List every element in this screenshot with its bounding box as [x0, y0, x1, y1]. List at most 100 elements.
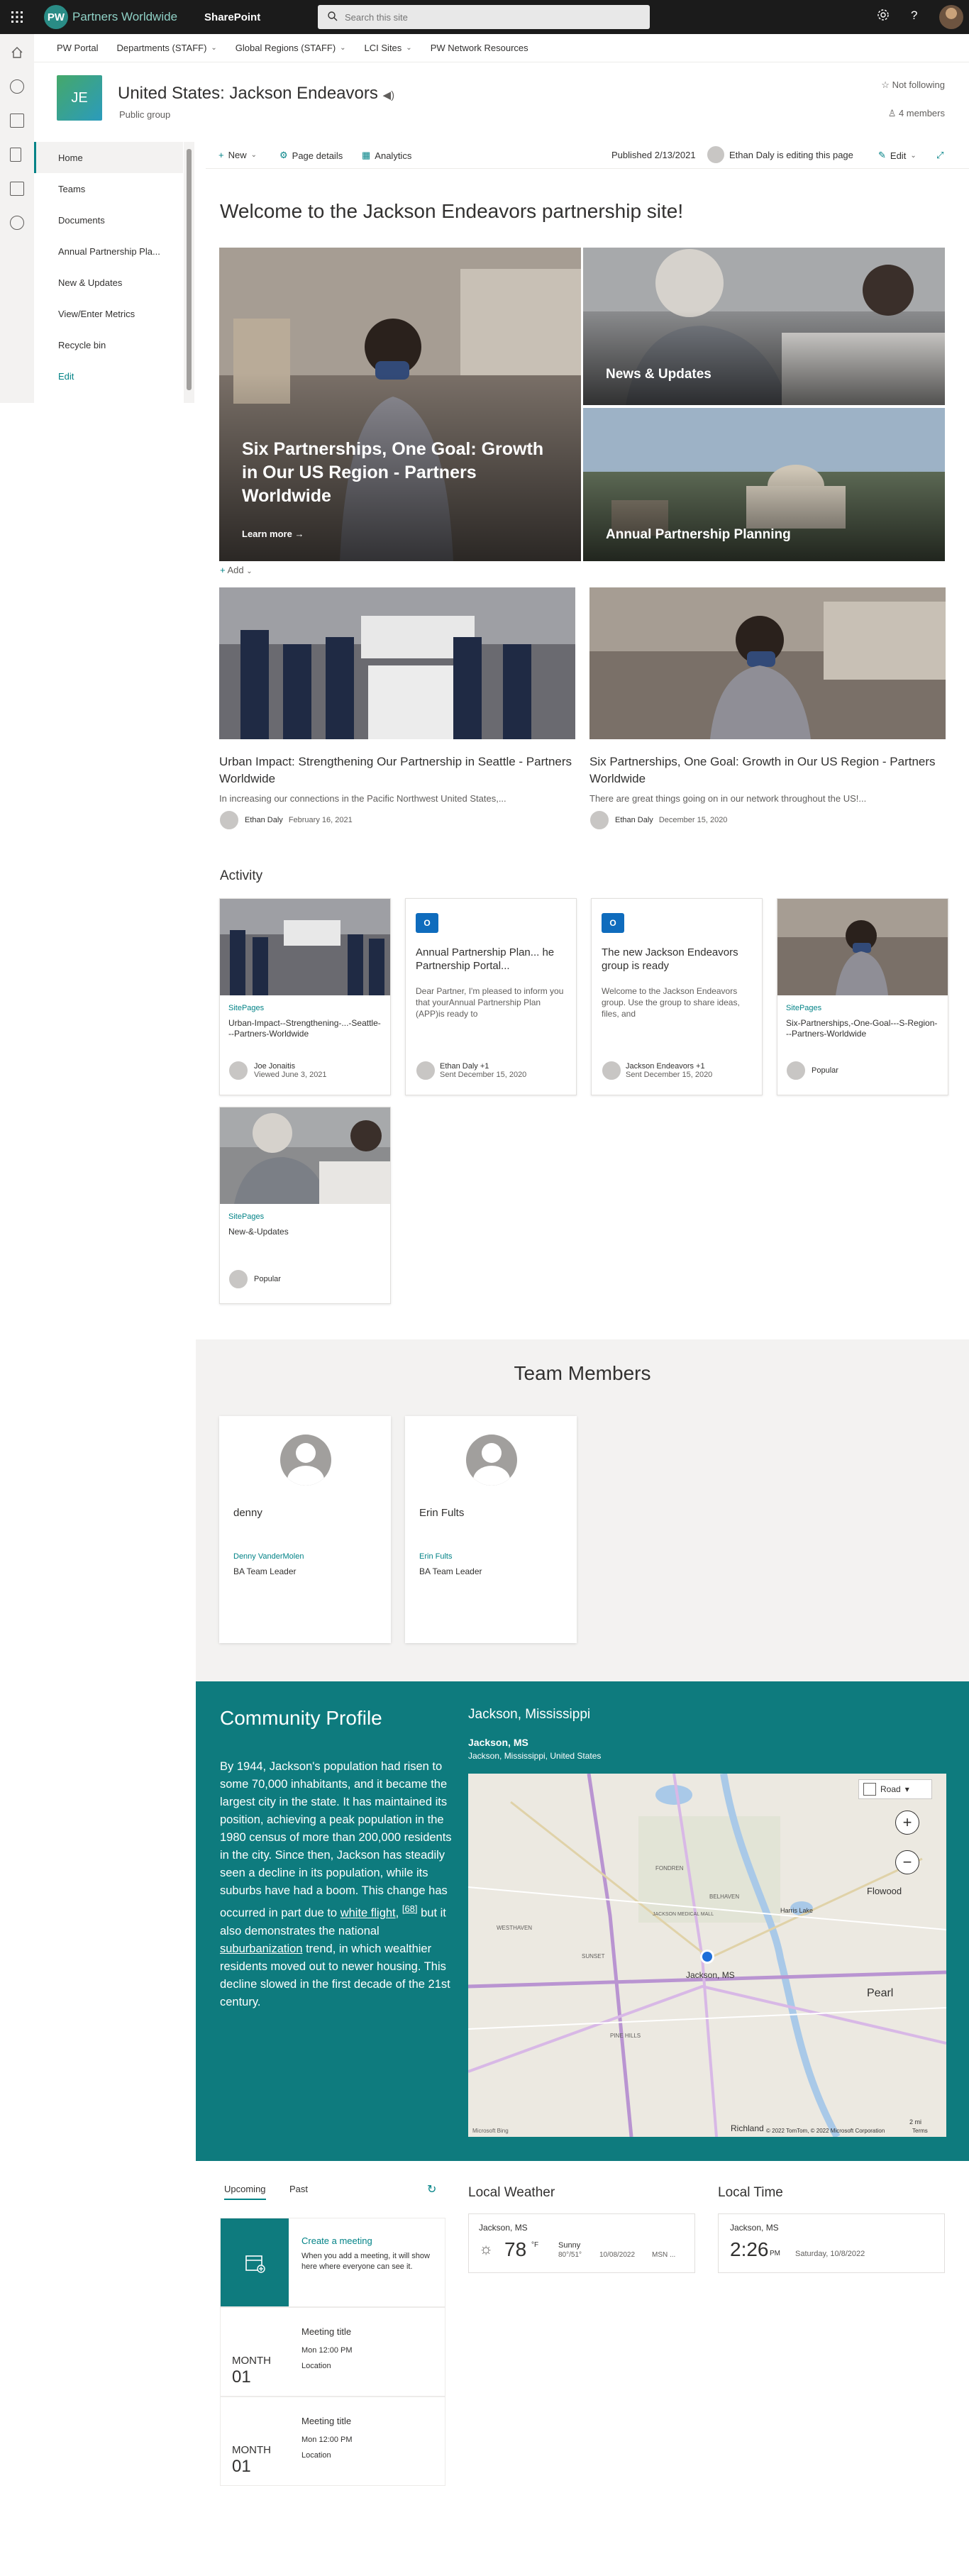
- event-row[interactable]: MONTH 01 Meeting title Mon 12:00 PM Loca…: [220, 2307, 445, 2397]
- hubnav-item[interactable]: Departments (STAFF) ⌄: [117, 43, 217, 53]
- white-flight-link[interactable]: white flight: [340, 1907, 396, 1920]
- app-launcher-icon[interactable]: [0, 0, 34, 34]
- command-bar: + New ⌄ ⚙ Page details ▦ Analytics Published…: [206, 142, 969, 169]
- quick-launch-item[interactable]: New & Updates: [34, 267, 183, 298]
- person-card[interactable]: denny Denny VanderMolen BA Team Leader: [219, 1416, 391, 1643]
- user-avatar[interactable]: [939, 5, 963, 29]
- site-logo[interactable]: JE: [57, 75, 102, 121]
- activity-card[interactable]: SitePages Urban-Impact--Strengthening-..…: [219, 898, 391, 1095]
- reference-link[interactable]: [68]: [402, 1903, 418, 1914]
- hero-main-title[interactable]: Six Partnerships, One Goal: Growth in Ou…: [242, 438, 554, 508]
- chevron-down-icon: ⌄: [211, 44, 217, 52]
- event-day: 01: [232, 2457, 251, 2476]
- map-style-select[interactable]: Road ▾: [858, 1779, 932, 1799]
- globe-icon[interactable]: [10, 79, 24, 94]
- sites-icon[interactable]: [10, 114, 24, 128]
- card-popular: Popular: [812, 1066, 838, 1075]
- scrollbar-thumb[interactable]: [187, 149, 192, 390]
- hubnav-item[interactable]: Global Regions (STAFF) ⌄: [236, 43, 346, 53]
- hero-planning-title[interactable]: Annual Partnership Planning: [606, 527, 791, 543]
- card-title[interactable]: Annual Partnership Plan... he Partnershi…: [416, 946, 567, 973]
- settings-gear-icon[interactable]: [877, 9, 890, 25]
- quick-launch-scrollbar[interactable]: [184, 142, 194, 403]
- follow-button[interactable]: ☆ Not following: [881, 79, 945, 91]
- event-location: Location: [301, 2451, 331, 2460]
- map-copyright: © 2022 TomTom, © 2022 Microsoft Corporat…: [766, 2128, 885, 2134]
- news-author: Ethan Daly: [615, 816, 653, 824]
- lists-icon[interactable]: [10, 182, 24, 196]
- app-name[interactable]: SharePoint: [204, 11, 260, 23]
- quick-launch-item[interactable]: View/Enter Metrics: [34, 298, 183, 329]
- hubnav-item[interactable]: LCI Sites ⌄: [365, 43, 412, 53]
- document-icon[interactable]: [10, 148, 21, 162]
- hero-news-title[interactable]: News & Updates: [606, 367, 711, 382]
- suburbanization-link[interactable]: suburbanization: [220, 1942, 303, 1955]
- tab-upcoming[interactable]: Upcoming: [224, 2184, 266, 2200]
- activity-card-email[interactable]: O Annual Partnership Plan... he Partners…: [405, 898, 577, 1095]
- tab-past[interactable]: Past: [289, 2184, 308, 2194]
- hubnav-item[interactable]: PW Portal: [57, 43, 99, 53]
- card-title[interactable]: The new Jackson Endeavors group is ready: [602, 946, 753, 973]
- zoom-out-button[interactable]: −: [895, 1850, 919, 1874]
- news-title[interactable]: Six Partnerships, One Goal: Growth in Ou…: [589, 753, 946, 787]
- search-box[interactable]: [318, 5, 650, 29]
- quick-launch-item[interactable]: Annual Partnership Pla...: [34, 236, 183, 267]
- card-title[interactable]: Urban-Impact--Strengthening-...-Seattle-…: [228, 1018, 382, 1039]
- search-input[interactable]: [345, 11, 629, 23]
- quick-launch-item[interactable]: Home: [34, 142, 183, 173]
- news-author: Ethan Daly: [245, 816, 283, 824]
- news-item[interactable]: Urban Impact: Strengthening Our Partners…: [219, 587, 575, 830]
- hero-tile-main[interactable]: Six Partnerships, One Goal: Growth in Ou…: [219, 248, 581, 561]
- add-section-button[interactable]: + Add ⌄: [220, 565, 253, 575]
- card-footer: Jackson Endeavors +1 Sent December 15, 20…: [602, 1061, 712, 1080]
- activity-card[interactable]: SitePages New-&-Updates Popular: [219, 1107, 391, 1304]
- news-title[interactable]: Urban Impact: Strengthening Our Partners…: [219, 753, 575, 787]
- create-meeting-title[interactable]: Create a meeting: [301, 2235, 372, 2246]
- quick-launch-item[interactable]: Recycle bin: [34, 329, 183, 360]
- quick-launch-edit-link[interactable]: Edit: [34, 360, 183, 392]
- news-byline: Ethan Daly February 16, 2021: [219, 810, 353, 830]
- event-title[interactable]: Meeting title: [301, 2326, 351, 2337]
- outlook-icon: O: [416, 913, 438, 933]
- map[interactable]: Jackson, MS Pearl Flowood Richland FONDR…: [468, 1774, 946, 2137]
- quick-launch-item[interactable]: Documents: [34, 204, 183, 236]
- person-link[interactable]: Erin Fults: [419, 1552, 452, 1561]
- person-card[interactable]: Erin Fults Erin Fults BA Team Leader: [405, 1416, 577, 1643]
- new-button[interactable]: + New ⌄: [218, 150, 257, 160]
- analytics-button[interactable]: ▦ Analytics: [362, 150, 411, 161]
- local-time-card: Jackson, MS 2:26 PM Saturday, 10/8/2022: [718, 2213, 945, 2273]
- card-title[interactable]: New-&-Updates: [228, 1227, 382, 1237]
- card-title[interactable]: Six-Partnerships,-One-Goal---S-Region---…: [786, 1018, 939, 1039]
- time-ampm: PM: [770, 2250, 780, 2257]
- add-icon[interactable]: [10, 216, 24, 230]
- edit-button[interactable]: ✎ Edit ⌄: [878, 150, 917, 161]
- analytics-icon: ▦: [362, 150, 371, 160]
- map-canvas[interactable]: Jackson, MS Pearl Flowood Richland FONDR…: [468, 1774, 946, 2137]
- person-link[interactable]: Denny VanderMolen: [233, 1552, 304, 1561]
- refresh-icon[interactable]: ↻: [427, 2182, 436, 2196]
- home-icon[interactable]: [10, 45, 24, 60]
- arrow-right-icon: →: [294, 529, 304, 539]
- hero-learn-more-link[interactable]: Learn more →: [242, 529, 304, 539]
- hubnav-label: Global Regions (STAFF): [235, 43, 336, 53]
- speaker-icon[interactable]: ◀): [383, 89, 395, 101]
- site-subtitle: Public group: [119, 109, 171, 120]
- event-title[interactable]: Meeting title: [301, 2416, 351, 2426]
- activity-card[interactable]: SitePages Six-Partnerships,-One-Goal---S…: [777, 898, 948, 1095]
- hero-tile-planning[interactable]: Annual Partnership Planning: [583, 408, 945, 561]
- hero-tile-news[interactable]: News & Updates: [583, 248, 945, 405]
- quick-launch-item[interactable]: Teams: [34, 173, 183, 204]
- hubnav-item[interactable]: PW Network Resources: [431, 43, 528, 53]
- create-meeting-row[interactable]: Create a meeting When you add a meeting,…: [220, 2218, 445, 2307]
- activity-card-email[interactable]: O The new Jackson Endeavors group is rea…: [591, 898, 763, 1095]
- weather-card[interactable]: Jackson, MS ☼ 78 °F Sunny 80°/51° 10/08/…: [468, 2213, 695, 2273]
- expand-icon[interactable]: ⤢: [936, 150, 943, 161]
- news-item[interactable]: Six Partnerships, One Goal: Growth in Ou…: [589, 587, 946, 830]
- event-row[interactable]: MONTH 01 Meeting title Mon 12:00 PM Loca…: [220, 2397, 445, 2486]
- help-icon[interactable]: ?: [911, 9, 917, 23]
- site-title[interactable]: United States: Jackson Endeavors ◀): [118, 84, 394, 104]
- org-logo[interactable]: PW Partners Worldwide: [44, 5, 177, 29]
- members-button[interactable]: ♙ 4 members: [888, 108, 945, 119]
- zoom-in-button[interactable]: +: [895, 1811, 919, 1835]
- page-details-button[interactable]: ⚙ Page details: [279, 150, 343, 161]
